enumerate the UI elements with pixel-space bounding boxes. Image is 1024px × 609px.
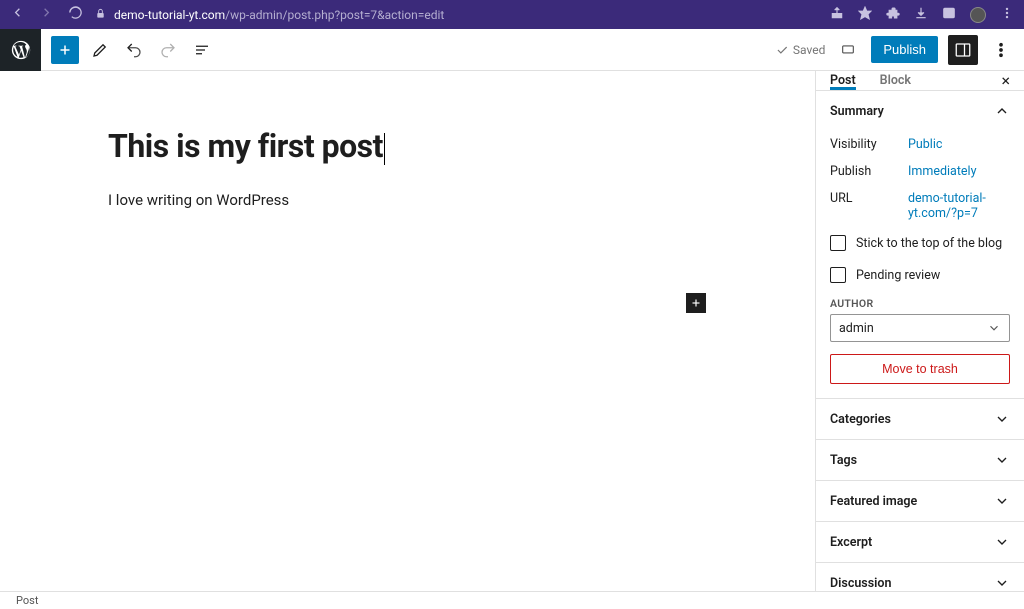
editor-main: This is my first post I love writing on … bbox=[0, 71, 1024, 591]
saved-status: Saved bbox=[775, 43, 825, 57]
saved-label: Saved bbox=[793, 43, 825, 57]
panel-excerpt-toggle[interactable]: Excerpt bbox=[816, 522, 1024, 562]
publish-value[interactable]: Immediately bbox=[908, 164, 1010, 179]
browser-chrome: demo-tutorial-yt.com/wp-admin/post.php?p… bbox=[0, 0, 1024, 29]
panel-summary-toggle[interactable]: Summary bbox=[816, 91, 1024, 131]
panel-featured-image-toggle[interactable]: Featured image bbox=[816, 481, 1024, 521]
tab-block[interactable]: Block bbox=[880, 71, 911, 90]
back-icon[interactable] bbox=[10, 5, 25, 24]
editor-toolbar: Saved Publish bbox=[0, 29, 1024, 71]
profile-avatar[interactable] bbox=[970, 7, 986, 23]
edit-mode-icon[interactable] bbox=[87, 37, 113, 63]
bookmark-icon[interactable] bbox=[858, 6, 872, 24]
sidebar-tabs: Post Block × bbox=[816, 71, 1024, 91]
panel-discussion-title: Discussion bbox=[830, 576, 891, 591]
panel-excerpt-title: Excerpt bbox=[830, 535, 872, 550]
sticky-checkbox[interactable] bbox=[830, 235, 846, 251]
status-bar: Post bbox=[0, 591, 1024, 609]
lock-icon bbox=[95, 8, 106, 22]
kebab-icon[interactable] bbox=[1000, 6, 1014, 24]
url-bar[interactable]: demo-tutorial-yt.com/wp-admin/post.php?p… bbox=[95, 8, 444, 22]
redo-icon[interactable] bbox=[155, 37, 181, 63]
add-block-button[interactable] bbox=[51, 36, 79, 64]
post-title-input[interactable]: This is my first post bbox=[108, 127, 385, 165]
post-title-text: This is my first post bbox=[108, 127, 383, 165]
undo-icon[interactable] bbox=[121, 37, 147, 63]
forward-icon[interactable] bbox=[39, 5, 54, 24]
url-value[interactable]: demo-tutorial-yt.com/?p=7 bbox=[908, 191, 1010, 221]
visibility-value[interactable]: Public bbox=[908, 137, 1010, 152]
download-icon[interactable] bbox=[914, 6, 928, 24]
panel-icon[interactable] bbox=[942, 6, 956, 24]
chevron-down-icon bbox=[987, 321, 1001, 335]
pending-checkbox[interactable] bbox=[830, 267, 846, 283]
visibility-label: Visibility bbox=[830, 137, 908, 152]
share-icon[interactable] bbox=[830, 6, 844, 24]
outline-icon[interactable] bbox=[189, 37, 215, 63]
extensions-icon[interactable] bbox=[886, 6, 900, 24]
url-label: URL bbox=[830, 191, 908, 221]
editor-canvas[interactable]: This is my first post I love writing on … bbox=[0, 71, 815, 591]
breadcrumb[interactable]: Post bbox=[16, 594, 38, 607]
close-sidebar-button[interactable]: × bbox=[1001, 71, 1010, 90]
wordpress-logo[interactable] bbox=[0, 29, 41, 71]
post-body-block[interactable]: I love writing on WordPress bbox=[108, 191, 815, 209]
url-host: demo-tutorial-yt.com bbox=[114, 8, 225, 22]
text-cursor bbox=[384, 133, 385, 165]
tab-post[interactable]: Post bbox=[830, 71, 856, 90]
move-to-trash-button[interactable]: Move to trash bbox=[830, 354, 1010, 384]
panel-categories-title: Categories bbox=[830, 412, 891, 427]
panel-categories-toggle[interactable]: Categories bbox=[816, 399, 1024, 439]
panel-tags-toggle[interactable]: Tags bbox=[816, 440, 1024, 480]
pending-label: Pending review bbox=[856, 268, 940, 283]
inline-inserter-button[interactable] bbox=[686, 293, 706, 313]
preview-icon[interactable] bbox=[835, 37, 861, 63]
publish-label: Publish bbox=[830, 164, 908, 179]
panel-featured-image-title: Featured image bbox=[830, 494, 917, 509]
author-field-label: Author bbox=[830, 297, 1010, 310]
settings-panel-toggle[interactable] bbox=[948, 35, 978, 65]
author-select[interactable]: admin bbox=[830, 314, 1010, 342]
more-menu-icon[interactable] bbox=[988, 37, 1014, 63]
publish-button[interactable]: Publish bbox=[871, 36, 938, 63]
panel-summary-title: Summary bbox=[830, 104, 884, 119]
settings-sidebar: Post Block × Summary Visibility Public P… bbox=[815, 71, 1024, 591]
panel-summary: Summary Visibility Public Publish Immedi… bbox=[816, 91, 1024, 399]
author-value: admin bbox=[839, 321, 874, 336]
reload-icon[interactable] bbox=[68, 5, 83, 24]
panel-tags-title: Tags bbox=[830, 453, 857, 468]
url-path: /wp-admin/post.php?post=7&action=edit bbox=[225, 8, 444, 22]
sticky-label: Stick to the top of the blog bbox=[856, 236, 1002, 251]
